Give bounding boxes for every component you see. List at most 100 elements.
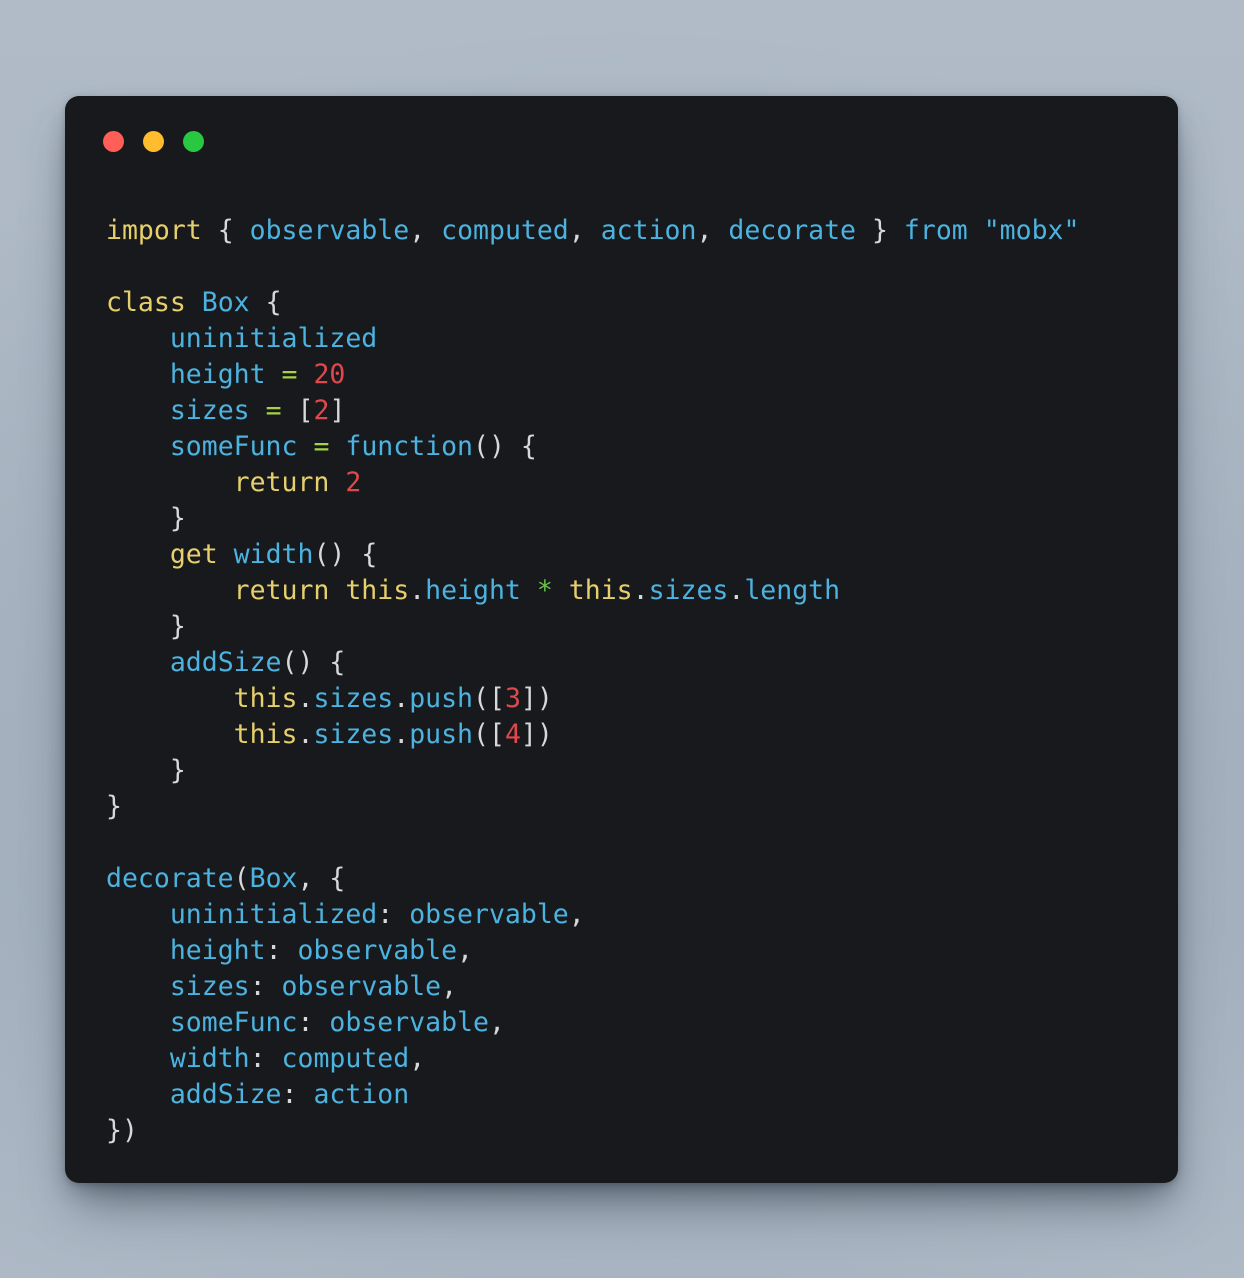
code-line: } — [106, 791, 122, 822]
code-token-string: "mobx" — [983, 214, 1080, 246]
code-token-number: 2 — [313, 394, 330, 426]
code-token-punct: ([ — [473, 682, 505, 714]
code-token-ident: sizes — [313, 718, 394, 750]
code-token-ident: computed — [441, 214, 569, 246]
code-token-ident: function — [345, 430, 474, 462]
code-token-ident: observable — [249, 214, 410, 246]
code-token-punct: . — [297, 718, 314, 750]
code-editor-area[interactable]: import { observable, computed, action, d… — [65, 213, 1178, 1149]
code-token-ident: someFunc — [169, 430, 298, 462]
code-token-punct: { — [329, 862, 346, 894]
code-token-this: this — [233, 718, 298, 750]
code-token-punct: ] — [329, 394, 346, 426]
code-token-punct: . — [393, 682, 410, 714]
code-token-ident: observable — [409, 898, 569, 930]
code-token-punct: : — [265, 934, 282, 966]
code-token-ident: decorate — [106, 862, 234, 894]
code-token-ident: sizes — [648, 574, 729, 606]
code-token-ident: Box — [249, 862, 298, 894]
code-token-punct: { — [217, 214, 234, 246]
code-token-ident: height — [169, 934, 266, 966]
code-token-ident: push — [409, 682, 474, 714]
code-token-ident: sizes — [313, 682, 394, 714]
code-token-punct: : — [249, 1042, 266, 1074]
code-token-ident: observable — [329, 1006, 489, 1038]
code-token-ident: length — [744, 574, 841, 606]
code-token-keyword: import — [106, 214, 202, 246]
code-token-ident: uninitialized — [169, 898, 378, 930]
code-token-number: 20 — [313, 358, 346, 390]
code-token-keyword: get — [169, 538, 218, 570]
code-token-number: 3 — [504, 682, 521, 714]
code-token-keyword: return — [233, 466, 330, 498]
code-token-ident: width — [169, 1042, 250, 1074]
code-token-keyword: class — [106, 286, 186, 318]
code-line: }) — [106, 1115, 138, 1146]
code-line: this.sizes.push([4]) — [106, 719, 553, 750]
code-token-punct: () — [313, 538, 346, 570]
code-token-ident: width — [233, 538, 314, 570]
code-token-ident: decorate — [728, 214, 857, 246]
code-block[interactable]: import { observable, computed, action, d… — [106, 213, 1178, 1149]
code-token-punct: , — [568, 898, 585, 930]
code-token-operator: = — [313, 430, 330, 462]
code-line: someFunc = function() { — [106, 431, 537, 462]
code-window: import { observable, computed, action, d… — [65, 96, 1178, 1183]
code-token-string: from — [903, 214, 968, 246]
code-token-ident: addSize — [169, 1078, 282, 1110]
code-token-punct: ]) — [520, 718, 553, 750]
close-button-icon[interactable] — [103, 130, 124, 152]
code-line: return 2 — [106, 466, 362, 498]
code-line: uninitialized — [106, 323, 377, 354]
code-token-ident: action — [313, 1078, 410, 1110]
code-token-ident: addSize — [169, 646, 282, 678]
code-token-punct: } — [871, 214, 888, 246]
code-token-ident: sizes — [169, 970, 250, 1002]
code-token-punct: () — [473, 430, 505, 462]
code-token-punct: { — [520, 430, 537, 462]
code-line: class Box { — [106, 287, 282, 318]
code-line: height = 20 — [106, 358, 346, 390]
window-titlebar[interactable] — [65, 96, 1178, 186]
maximize-button-icon[interactable] — [183, 130, 204, 152]
code-line: someFunc: observable, — [106, 1007, 505, 1038]
code-token-punct: . — [409, 574, 426, 606]
code-token-number: 2 — [345, 466, 362, 498]
minimize-button-icon[interactable] — [143, 130, 164, 152]
code-token-ident: height — [425, 574, 521, 606]
code-token-punct: : — [249, 970, 266, 1002]
code-token-punct: [ — [297, 394, 314, 426]
code-token-punct: . — [297, 682, 314, 714]
code-token-ident: observable — [297, 934, 458, 966]
code-token-ident: uninitialized — [169, 322, 378, 354]
code-token-number: 4 — [504, 718, 521, 750]
code-token-punct: ( — [233, 862, 250, 894]
code-token-punct: } — [169, 754, 186, 786]
code-line: decorate(Box, { — [106, 863, 345, 894]
code-token-punct: ]) — [520, 682, 553, 714]
code-token-ident: someFunc — [169, 1006, 298, 1038]
